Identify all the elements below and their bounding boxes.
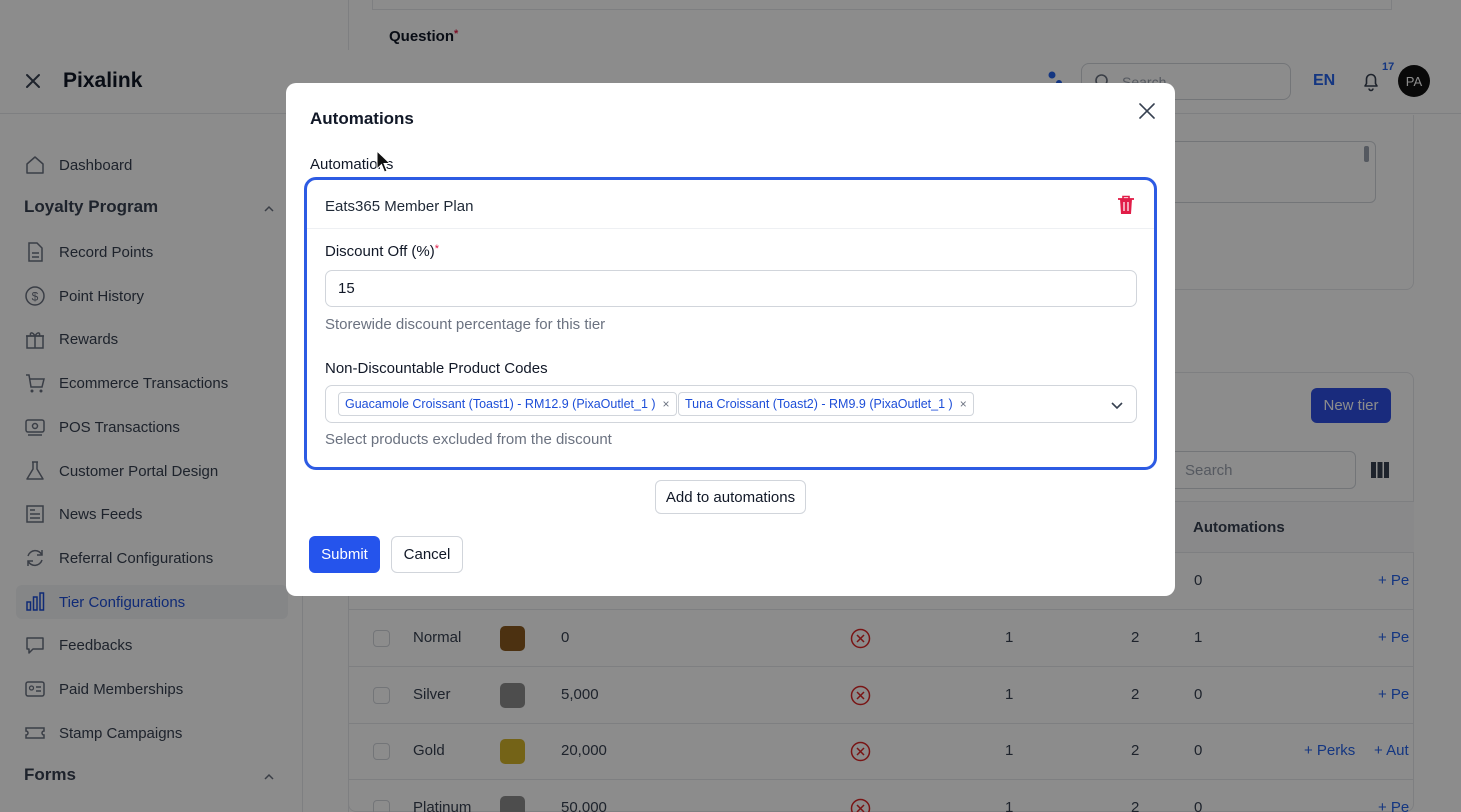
discount-input[interactable]: 15 <box>325 270 1137 307</box>
product-codes-multiselect[interactable]: Guacamole Croissant (Toast1) - RM12.9 (P… <box>325 385 1137 423</box>
chip-label: Tuna Croissant (Toast2) - RM9.9 (PixaOut… <box>685 397 953 411</box>
add-to-automations-button[interactable]: Add to automations <box>655 480 806 514</box>
chevron-down-icon[interactable] <box>1110 398 1124 412</box>
automation-card-header: Eats365 Member Plan <box>307 180 1154 229</box>
submit-button[interactable]: Submit <box>309 536 380 573</box>
close-icon[interactable] <box>1138 102 1156 120</box>
chip-label: Guacamole Croissant (Toast1) - RM12.9 (P… <box>345 397 656 411</box>
discount-help-text: Storewide discount percentage for this t… <box>325 316 606 333</box>
modal-title: Automations <box>310 109 414 128</box>
cancel-button[interactable]: Cancel <box>391 536 463 573</box>
product-codes-label: Non-Discountable Product Codes <box>325 360 548 377</box>
remove-chip-icon[interactable]: × <box>960 397 967 411</box>
selected-product-chip: Tuna Croissant (Toast2) - RM9.9 (PixaOut… <box>678 392 974 416</box>
product-codes-help-text: Select products excluded from the discou… <box>325 431 612 448</box>
remove-chip-icon[interactable]: × <box>663 397 670 411</box>
mouse-cursor-icon <box>376 150 392 173</box>
automations-modal: Automations Automations Eats365 Member P… <box>286 83 1175 596</box>
automation-name: Eats365 Member Plan <box>325 198 474 215</box>
trash-icon[interactable] <box>1117 195 1135 215</box>
automation-card: Eats365 Member Plan Discount Off (%)* 15… <box>304 177 1157 470</box>
selected-product-chip: Guacamole Croissant (Toast1) - RM12.9 (P… <box>338 392 677 416</box>
discount-label: Discount Off (%)* <box>325 243 440 260</box>
